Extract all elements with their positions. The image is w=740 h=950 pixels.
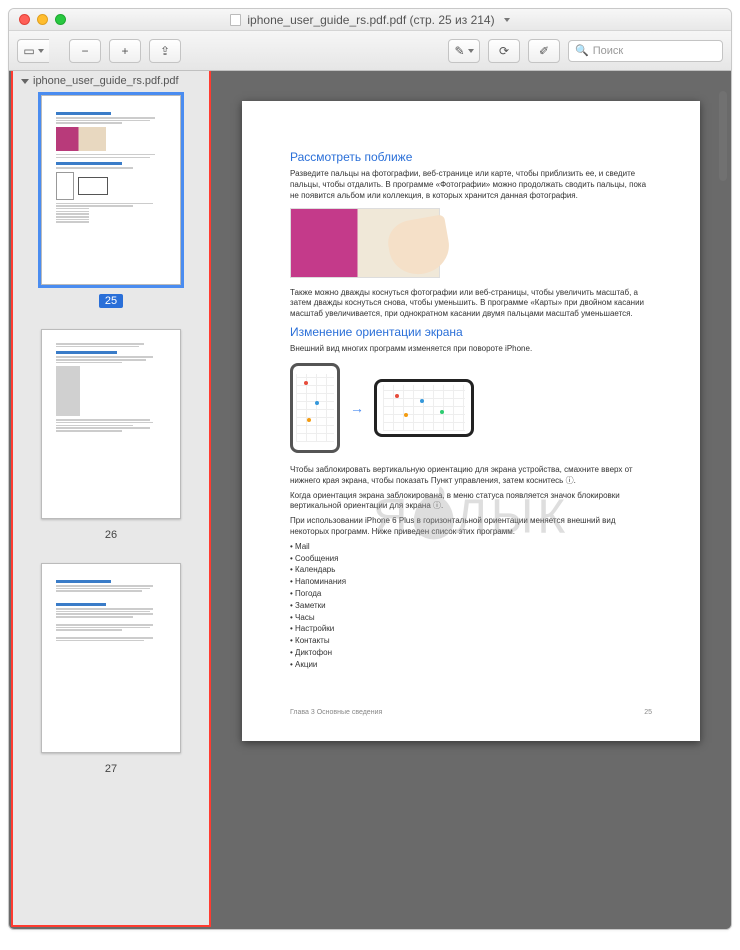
- thumbnails-list[interactable]: 25 26: [13, 91, 209, 925]
- window-minimize-button[interactable]: [37, 14, 48, 25]
- search-icon: 🔍: [575, 44, 589, 57]
- zoom-out-button[interactable]: −: [69, 39, 101, 63]
- sidebar-doc-name: iphone_user_guide_rs.pdf.pdf: [33, 75, 179, 87]
- paragraph: Разведите пальцы на фотографии, веб-стра…: [290, 169, 652, 201]
- list-item: Диктофон: [290, 648, 652, 659]
- list-item: Настройки: [290, 624, 652, 635]
- traffic-lights: [9, 14, 66, 25]
- share-button[interactable]: ⇪: [149, 39, 181, 63]
- search-placeholder: Поиск: [593, 45, 623, 57]
- thumbnail-page-preview: [41, 563, 181, 753]
- paragraph: Чтобы заблокировать вертикальную ориента…: [290, 465, 652, 487]
- list-item: Заметки: [290, 601, 652, 612]
- paragraph: При использовании iPhone 6 Plus в горизо…: [290, 516, 652, 538]
- title-dropdown-icon: [504, 18, 510, 22]
- pdf-page: Рассмотреть поближе Разведите пальцы на …: [242, 101, 700, 741]
- window-body: iphone_user_guide_rs.pdf.pdf: [9, 71, 731, 929]
- rotate-button[interactable]: ⟳: [488, 39, 520, 63]
- paragraph: Также можно дважды коснуться фотографии …: [290, 288, 652, 320]
- disclosure-triangle-icon: [21, 79, 29, 84]
- highlight-icon: ✎: [454, 44, 464, 58]
- list-item: Mail: [290, 542, 652, 553]
- sidebar-toggle-button[interactable]: ▭: [17, 39, 49, 63]
- window-close-button[interactable]: [19, 14, 30, 25]
- thumbnail-26[interactable]: 26: [33, 329, 189, 543]
- share-icon: ⇪: [160, 44, 170, 58]
- document-icon: [230, 14, 241, 26]
- phone-portrait-icon: [290, 363, 340, 453]
- list-item: Акции: [290, 660, 652, 671]
- thumbnail-label: 25: [99, 294, 123, 308]
- thumbnail-page-preview: [41, 95, 181, 285]
- thumbnails-sidebar: iphone_user_guide_rs.pdf.pdf: [11, 71, 211, 927]
- page-footer: Глава 3 Основные сведения 25: [290, 708, 652, 717]
- zoom-in-button[interactable]: +: [109, 39, 141, 63]
- markup-button[interactable]: ✐: [528, 39, 560, 63]
- titlebar: iphone_user_guide_rs.pdf.pdf (стр. 25 из…: [9, 9, 731, 31]
- heading-orientation: Изменение ориентации экрана: [290, 324, 652, 340]
- list-item: Контакты: [290, 636, 652, 647]
- search-input[interactable]: 🔍 Поиск: [568, 40, 723, 62]
- illustration-rotation: →: [290, 363, 652, 453]
- scrollbar[interactable]: [717, 71, 729, 929]
- list-item: Напоминания: [290, 577, 652, 588]
- sidebar-header[interactable]: iphone_user_guide_rs.pdf.pdf: [13, 71, 209, 91]
- zoom-out-icon: −: [81, 44, 88, 58]
- rotate-icon: ⟳: [499, 44, 509, 58]
- thumbnail-page-preview: [41, 329, 181, 519]
- list-item: Календарь: [290, 565, 652, 576]
- thumbnail-27[interactable]: 27: [33, 563, 189, 777]
- list-item: Сообщения: [290, 554, 652, 565]
- heading-zoom: Рассмотреть поближе: [290, 149, 652, 165]
- phone-landscape-icon: [374, 379, 474, 437]
- zoom-in-icon: +: [121, 44, 128, 58]
- thumbnail-25[interactable]: 25: [33, 95, 189, 309]
- chapter-label: Глава 3 Основные сведения: [290, 708, 382, 717]
- toolbar: ▭ − + ⇪ ✎ ⟳ ✐ 🔍 Поиск: [9, 31, 731, 71]
- arrow-icon: →: [350, 399, 364, 418]
- paragraph: Внешний вид многих программ изменяется п…: [290, 344, 652, 355]
- highlight-button[interactable]: ✎: [448, 39, 480, 63]
- list-item: Погода: [290, 589, 652, 600]
- page-number: 25: [644, 708, 652, 717]
- document-viewer[interactable]: Рассмотреть поближе Разведите пальцы на …: [211, 71, 731, 929]
- app-window: iphone_user_guide_rs.pdf.pdf (стр. 25 из…: [8, 8, 732, 930]
- window-title: iphone_user_guide_rs.pdf.pdf (стр. 25 из…: [9, 13, 731, 27]
- scrollbar-thumb[interactable]: [719, 91, 727, 181]
- paragraph: Когда ориентация экрана заблокирована, в…: [290, 491, 652, 513]
- thumbnail-label: 27: [105, 763, 117, 775]
- markup-icon: ✐: [539, 44, 549, 58]
- window-title-text: iphone_user_guide_rs.pdf.pdf (стр. 25 из…: [247, 13, 494, 27]
- list-item: Часы: [290, 613, 652, 624]
- app-list: Mail Сообщения Календарь Напоминания Пог…: [290, 542, 652, 671]
- sidebar-icon: ▭: [23, 44, 34, 58]
- window-maximize-button[interactable]: [55, 14, 66, 25]
- illustration-pinch-zoom: [290, 208, 440, 278]
- thumbnail-label: 26: [105, 529, 117, 541]
